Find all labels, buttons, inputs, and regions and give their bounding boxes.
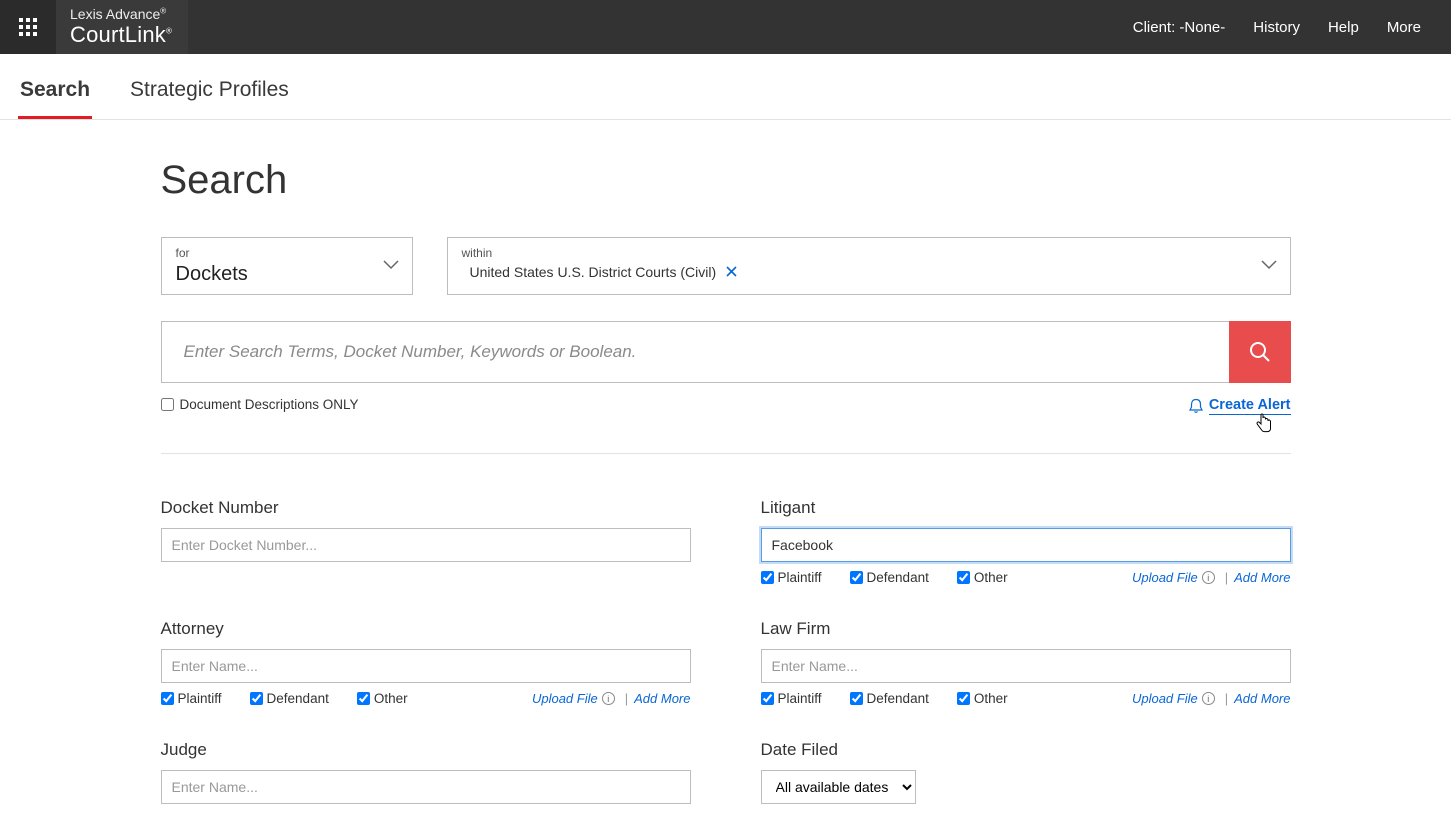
lawfirm-defendant[interactable]: Defendant (850, 691, 929, 706)
attorney-label: Attorney (161, 619, 691, 639)
search-button[interactable] (1229, 321, 1291, 383)
search-bar (161, 321, 1291, 383)
lawfirm-other[interactable]: Other (957, 691, 1008, 706)
below-search-row: Document Descriptions ONLY Create Alert (161, 397, 1291, 415)
within-label: within (462, 246, 1276, 260)
doc-descriptions-only[interactable]: Document Descriptions ONLY (161, 397, 359, 412)
for-value: Dockets (176, 262, 398, 286)
litigant-other[interactable]: Other (957, 570, 1008, 585)
grid-icon (19, 18, 37, 36)
litigant-checks: Plaintiff Defendant Other Upload File i … (761, 570, 1291, 585)
field-law-firm: Law Firm Plaintiff Defendant Other Uploa… (761, 619, 1291, 706)
date-filed-select[interactable]: All available dates (761, 770, 916, 804)
doc-only-checkbox[interactable] (161, 398, 174, 411)
attorney-input[interactable] (161, 649, 691, 683)
brand-line1: Lexis Advance® (70, 7, 172, 22)
attorney-other[interactable]: Other (357, 691, 408, 706)
brand[interactable]: Lexis Advance® CourtLink® (56, 0, 188, 54)
litigant-label: Litigant (761, 498, 1291, 518)
create-alert-label: Create Alert (1209, 397, 1291, 415)
brand-line2: CourtLink® (70, 23, 172, 47)
judge-input[interactable] (161, 770, 691, 804)
lawfirm-plaintiff[interactable]: Plaintiff (761, 691, 822, 706)
attorney-upload-link[interactable]: Upload File (532, 691, 598, 706)
attorney-defendant[interactable]: Defendant (250, 691, 329, 706)
litigant-input[interactable] (761, 528, 1291, 562)
field-attorney: Attorney Plaintiff Defendant Other Uploa… (161, 619, 691, 706)
attorney-addmore-link[interactable]: Add More (634, 691, 690, 706)
cursor-hand-icon (1255, 413, 1273, 439)
law-firm-checks: Plaintiff Defendant Other Upload File i … (761, 691, 1291, 706)
divider (161, 453, 1291, 454)
create-alert-link[interactable]: Create Alert (1189, 397, 1291, 415)
top-bar: Lexis Advance® CourtLink® Client: -None-… (0, 0, 1451, 54)
litigant-plaintiff[interactable]: Plaintiff (761, 570, 822, 585)
docket-number-input[interactable] (161, 528, 691, 562)
litigant-addmore-link[interactable]: Add More (1234, 570, 1290, 585)
attorney-plaintiff[interactable]: Plaintiff (161, 691, 222, 706)
lawfirm-upload-link[interactable]: Upload File (1132, 691, 1198, 706)
bell-icon (1189, 398, 1203, 414)
lawfirm-addmore-link[interactable]: Add More (1234, 691, 1290, 706)
info-icon[interactable]: i (602, 692, 615, 705)
field-docket-number: Docket Number (161, 498, 691, 585)
app-grid-button[interactable] (0, 0, 56, 54)
top-nav: Client: -None- History Help More (1133, 0, 1451, 54)
search-input[interactable] (161, 321, 1229, 383)
litigant-upload-link[interactable]: Upload File (1132, 570, 1198, 585)
for-selector[interactable]: for Dockets (161, 237, 413, 295)
info-icon[interactable]: i (1202, 571, 1215, 584)
fields-grid: Docket Number Litigant Plaintiff Defenda… (161, 498, 1291, 804)
judge-label: Judge (161, 740, 691, 760)
date-filed-label: Date Filed (761, 740, 1291, 760)
field-date-filed: Date Filed All available dates (761, 740, 1291, 804)
tab-strategic-profiles[interactable]: Strategic Profiles (128, 60, 291, 119)
remove-chip-icon[interactable] (724, 265, 739, 280)
tab-search[interactable]: Search (18, 60, 92, 119)
page-title: Search (161, 158, 1291, 203)
field-judge: Judge (161, 740, 691, 804)
chevron-down-icon (382, 257, 400, 275)
within-selector[interactable]: within United States U.S. District Court… (447, 237, 1291, 295)
sub-nav: Search Strategic Profiles (0, 60, 1451, 120)
info-icon[interactable]: i (1202, 692, 1215, 705)
nav-history[interactable]: History (1253, 19, 1300, 36)
docket-number-label: Docket Number (161, 498, 691, 518)
nav-client[interactable]: Client: -None- (1133, 19, 1226, 36)
law-firm-label: Law Firm (761, 619, 1291, 639)
main-container: Search for Dockets within United States … (161, 120, 1291, 804)
search-icon (1248, 340, 1272, 364)
top-selectors: for Dockets within United States U.S. Di… (161, 237, 1291, 295)
nav-more[interactable]: More (1387, 19, 1421, 36)
for-label: for (176, 246, 398, 260)
field-litigant: Litigant Plaintiff Defendant Other Uploa… (761, 498, 1291, 585)
litigant-defendant[interactable]: Defendant (850, 570, 929, 585)
within-chip: United States U.S. District Courts (Civi… (470, 264, 717, 280)
doc-only-label: Document Descriptions ONLY (180, 397, 359, 412)
attorney-checks: Plaintiff Defendant Other Upload File i … (161, 691, 691, 706)
chevron-down-icon (1260, 257, 1278, 275)
law-firm-input[interactable] (761, 649, 1291, 683)
nav-help[interactable]: Help (1328, 19, 1359, 36)
